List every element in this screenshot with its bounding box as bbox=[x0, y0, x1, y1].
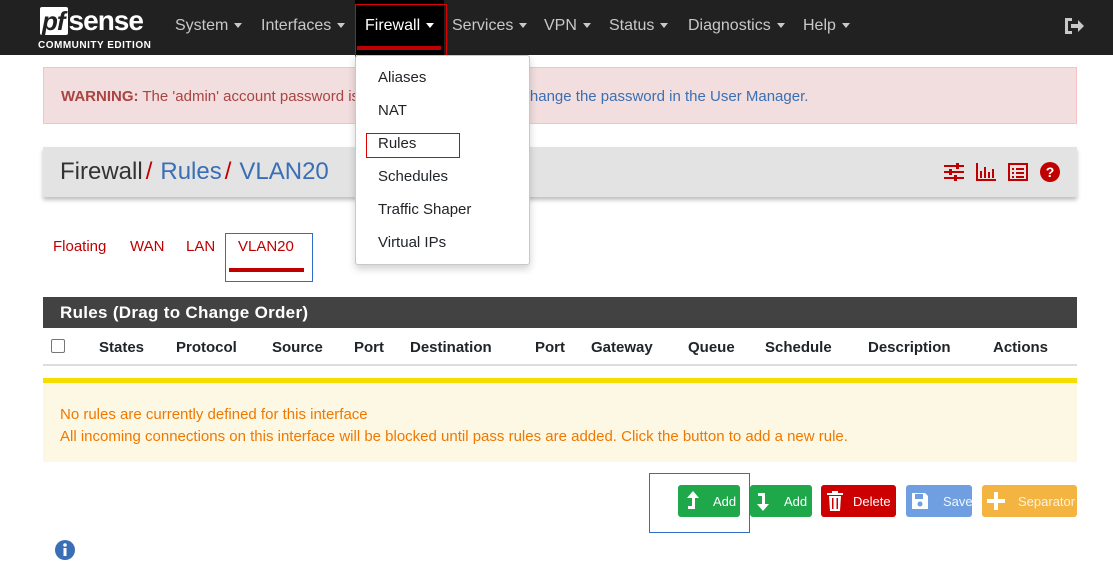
add-separator-button[interactable]: Separator bbox=[982, 485, 1077, 517]
sliders-icon[interactable] bbox=[943, 161, 965, 183]
add-rule-bottom-button[interactable]: Add bbox=[750, 485, 812, 517]
column-source-port: Port bbox=[354, 339, 384, 356]
pfsense-logo[interactable]: pf sense COMMUNITY EDITION bbox=[38, 6, 156, 52]
add-top-label: Add bbox=[713, 493, 737, 509]
breadcrumb-vlan20-link[interactable]: VLAN20 bbox=[239, 158, 328, 185]
caret-down-icon bbox=[426, 23, 435, 29]
help-icon[interactable]: ? bbox=[1039, 161, 1061, 183]
column-schedule: Schedule bbox=[765, 339, 832, 356]
column-destination-port: Port bbox=[535, 339, 565, 356]
tab-wan[interactable]: WAN bbox=[130, 238, 164, 255]
tab-vlan20-highlight bbox=[225, 233, 313, 282]
caret-down-icon bbox=[519, 23, 528, 29]
list-icon[interactable] bbox=[1007, 161, 1029, 183]
column-states: States bbox=[99, 339, 145, 356]
caret-down-icon bbox=[234, 23, 243, 29]
menu-item-nat[interactable]: NAT bbox=[378, 102, 407, 119]
caret-down-icon bbox=[337, 23, 346, 29]
logo-pf-text: pf bbox=[40, 7, 68, 35]
logo-wordmark: pf sense bbox=[40, 5, 144, 36]
delete-button[interactable]: Delete bbox=[821, 485, 896, 517]
nav-services-label: Services bbox=[452, 17, 514, 34]
breadcrumb-firewall: Firewall bbox=[60, 158, 143, 185]
bar-chart-icon[interactable] bbox=[975, 161, 997, 183]
nav-firewall-label: Firewall bbox=[365, 17, 421, 34]
breadcrumb-separator: / bbox=[145, 158, 153, 185]
menu-item-traffic-shaper[interactable]: Traffic Shaper bbox=[378, 201, 471, 218]
add-rule-top-button[interactable]: Add bbox=[678, 485, 740, 517]
no-rules-notice: No rules are currently defined for this … bbox=[43, 378, 1077, 462]
tab-lan[interactable]: LAN bbox=[186, 238, 215, 255]
caret-down-icon bbox=[660, 23, 669, 29]
nav-vpn[interactable]: VPN bbox=[544, 0, 591, 55]
info-circle-icon[interactable] bbox=[54, 539, 76, 561]
nav-status-label: Status bbox=[609, 17, 655, 34]
notice-line-1: No rules are currently defined for this … bbox=[60, 406, 368, 423]
caret-down-icon bbox=[841, 23, 850, 29]
nav-services[interactable]: Services bbox=[452, 0, 528, 55]
menu-item-schedules[interactable]: Schedules bbox=[378, 168, 448, 185]
select-all-checkbox[interactable] bbox=[51, 339, 65, 353]
sign-out-icon[interactable] bbox=[1062, 14, 1086, 38]
nav-interfaces[interactable]: Interfaces bbox=[261, 0, 346, 55]
save-label: Save bbox=[943, 493, 973, 509]
column-actions: Actions bbox=[993, 339, 1049, 356]
column-description: Description bbox=[868, 339, 951, 356]
trash-icon bbox=[827, 491, 843, 511]
column-destination: Destination bbox=[410, 339, 492, 356]
notice-line-2: All incoming connections on this interfa… bbox=[60, 428, 848, 445]
tab-floating[interactable]: Floating bbox=[53, 238, 106, 255]
column-gateway: Gateway bbox=[591, 339, 653, 356]
save-button[interactable]: Save bbox=[906, 485, 973, 517]
top-navbar: pf sense COMMUNITY EDITION System Interfa… bbox=[0, 0, 1113, 55]
nav-diagnostics[interactable]: Diagnostics bbox=[688, 0, 785, 55]
menu-item-virtual-ips[interactable]: Virtual IPs bbox=[378, 234, 446, 251]
nav-status[interactable]: Status bbox=[609, 0, 669, 55]
firewall-dropdown-menu: Aliases NAT Rules Schedules Traffic Shap… bbox=[355, 55, 530, 265]
breadcrumb-trail: Firewall / Rules / VLAN20 bbox=[60, 158, 329, 186]
nav-interfaces-label: Interfaces bbox=[261, 17, 332, 34]
rules-table-header: States Protocol Source Port Destination … bbox=[43, 328, 1077, 366]
caret-down-icon bbox=[776, 23, 785, 29]
breadcrumb-rules-link[interactable]: Rules bbox=[160, 158, 221, 185]
breadcrumb-actions: ? bbox=[943, 161, 1061, 183]
menu-item-rules-highlight bbox=[366, 133, 460, 158]
nav-diagnostics-label: Diagnostics bbox=[688, 17, 771, 34]
delete-label: Delete bbox=[853, 493, 891, 509]
column-queue: Queue bbox=[688, 339, 735, 356]
caret-down-icon bbox=[582, 23, 591, 29]
add-bottom-label: Add bbox=[784, 493, 808, 509]
column-source: Source bbox=[272, 339, 323, 356]
save-icon bbox=[912, 493, 928, 509]
admin-password-warning: WARNING: The 'admin' account password is… bbox=[43, 67, 1077, 124]
breadcrumb: Firewall / Rules / VLAN20 ? bbox=[43, 147, 1077, 197]
nav-active-indicator bbox=[357, 46, 441, 50]
plus-icon bbox=[987, 492, 1005, 510]
logo-sense-text: sense bbox=[68, 5, 144, 36]
rules-panel-title: Rules (Drag to Change Order) bbox=[43, 297, 1077, 328]
change-password-link[interactable]: Change the password in the User Manager. bbox=[519, 88, 808, 105]
breadcrumb-separator: / bbox=[224, 158, 232, 185]
menu-item-aliases[interactable]: Aliases bbox=[378, 69, 426, 86]
logo-edition-text: COMMUNITY EDITION bbox=[38, 40, 152, 51]
nav-help-label: Help bbox=[803, 17, 836, 34]
nav-help[interactable]: Help bbox=[803, 0, 850, 55]
svg-text:?: ? bbox=[1046, 164, 1055, 180]
warning-text: The 'admin' account password is bbox=[138, 88, 360, 105]
nav-system[interactable]: System bbox=[175, 0, 243, 55]
column-protocol: Protocol bbox=[176, 339, 237, 356]
nav-vpn-label: VPN bbox=[544, 17, 577, 34]
arrow-turn-up-icon bbox=[686, 491, 700, 511]
arrow-turn-down-icon bbox=[756, 491, 770, 511]
warning-prefix: WARNING: bbox=[61, 88, 139, 105]
separator-label: Separator bbox=[1018, 493, 1076, 509]
nav-system-label: System bbox=[175, 17, 229, 34]
